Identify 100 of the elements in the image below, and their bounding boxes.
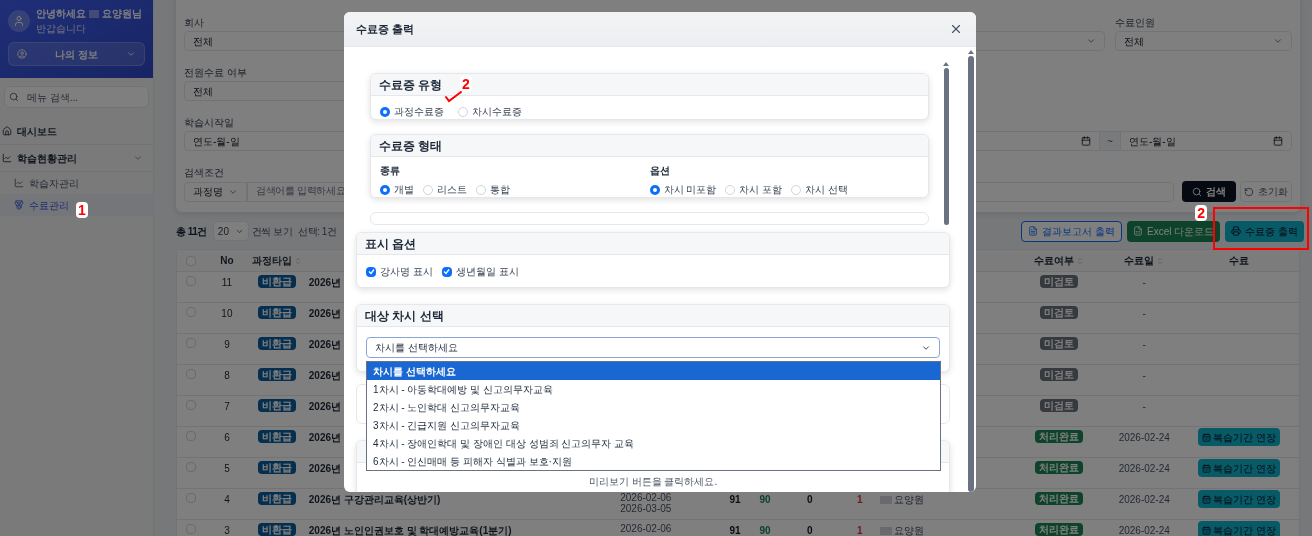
radio-option[interactable]: 차시수료증 [458,104,522,119]
radio-option[interactable]: 개별 [380,182,414,197]
date-field[interactable]: 연도-월-일 [1120,131,1292,151]
course-name: 2026년 [308,339,341,350]
radio-option[interactable]: 과정수료증 [380,104,444,119]
user-name: 요양원님 [102,7,142,21]
column-header[interactable]: 수료일 [1124,253,1155,268]
greeting-text: 안녕하세요 [36,7,86,21]
checkbox-option[interactable]: 생년월일 표시 [441,264,519,279]
dropdown-option[interactable]: 2차시 - 노인학대 신고의무자교육 [367,398,940,416]
course-type-badge: 비환급 [257,337,296,350]
checkbox-option[interactable]: 강사명 표시 [366,264,433,279]
calendar-icon [1273,136,1283,146]
radio-option[interactable]: 차시 포함 [725,182,783,197]
preview-hint: 미리보기 버튼을 클릭하세요. [588,476,718,487]
row-number: 8 [224,370,230,381]
dropdown-option[interactable]: 차시를 선택하세요 [367,362,940,380]
completion-date: - [1142,277,1146,288]
extend-review-button[interactable]: 복습기간 연장 [1198,428,1280,446]
status-badge: 미검토 [1040,306,1079,319]
menu-item[interactable]: 대시보드 [0,118,153,145]
spreadsheet-icon [1133,226,1143,236]
dropdown-option[interactable]: 6차시 - 인신매매 등 피해자 식별과 보호·지원 [367,452,940,470]
course-type-badge: 비환급 [257,275,296,288]
group-label: 옵션 [649,164,671,178]
reset-button[interactable]: 초기화 [1240,181,1292,202]
status-badge: 처리완료 [1035,461,1084,474]
completion-date: - [1142,370,1146,381]
row-number: 6 [224,432,230,443]
card-title: 수료증 유형 [379,76,443,94]
course-type-badge: 비환급 [257,461,296,474]
submenu-item[interactable]: 학습자관리 [0,172,153,194]
column-header[interactable]: 과정타입 [251,253,292,268]
dropdown-option[interactable]: 3차시 - 긴급지원 신고의무자교육 [367,416,940,434]
calendar-icon [1202,525,1212,535]
completion-date: - [1142,339,1146,350]
chevron-down-icon [1086,36,1096,46]
count-value: 91 [729,494,741,505]
status-badge: 미검토 [1040,337,1079,350]
checkmark-icon [443,268,451,275]
extend-review-button[interactable]: 복습기간 연장 [1198,459,1280,477]
radio-option[interactable]: 통합 [476,182,510,197]
period-date: 2026-02-06 [620,492,673,503]
dropdown-option[interactable]: 4차시 - 장애인학대 및 장애인 대상 성범죄 신고의무자 교육 [367,434,940,452]
select-field[interactable]: 전체 [1115,31,1292,51]
count-value: 0 [807,494,813,505]
radio-option[interactable]: 차시 선택 [791,182,848,197]
search-button[interactable]: 검색 [1182,181,1237,202]
reset-icon [1244,186,1254,197]
dropdown-option[interactable]: 1차시 - 아동학대예방 및 신고의무자교육 [367,380,940,398]
status-badge: 미검토 [1040,368,1079,381]
completion-date: 2026-02-24 [1118,494,1170,505]
course-name: 2026년 [308,308,341,319]
card-title: 표시 옵션 [365,235,417,253]
completion-date: 2026-02-24 [1118,463,1170,474]
course-name: 2026년 [308,432,341,443]
extend-review-button[interactable]: 복습기간 연장 [1198,521,1280,536]
page-size-select[interactable]: 20 [212,221,249,241]
menu-item[interactable]: 학습현황관리 [0,145,153,172]
field-label: 학습시작일 [184,116,234,129]
session-select[interactable]: 차시를 선택하세요 [366,337,940,358]
line-chart-icon [14,178,24,188]
welcome-text: 반갑습니다 [36,22,87,36]
menu-search-field[interactable]: 메뉴 검색... [4,86,149,108]
card-title: 대상 차시 선택 [365,307,444,325]
medal-icon [14,200,24,210]
calendar-icon [1202,494,1212,504]
count-value: 90 [759,525,771,536]
row-number: 4 [224,494,230,505]
field-label: 검색조건 [184,166,224,179]
toolbar-button[interactable]: Excel 다운로드 [1127,220,1221,242]
checkmark-icon [367,268,375,275]
calendar-icon [1081,136,1091,146]
completion-date: - [1142,308,1146,319]
status-badge: 처리완료 [1035,492,1084,505]
status-badge: 처리완료 [1035,523,1084,536]
column-header[interactable]: 수료여부 [1034,253,1075,268]
radio-option[interactable]: 차시 미포함 [649,182,717,197]
search-icon [1192,186,1203,197]
period-date: 2026-02-06 [620,523,673,534]
learner-name: 요양원 [893,524,924,536]
column-header: No [220,255,234,266]
row-number: 7 [224,401,230,412]
search-type-select[interactable]: 과정명 [184,181,247,202]
count-value: 91 [729,525,741,536]
course-type-badge: 비환급 [257,492,296,505]
completion-date: - [1142,401,1146,412]
field-label: 전원수료 여부 [184,66,247,79]
toolbar-button[interactable]: 수료증 출력 [1225,220,1304,242]
close-icon [949,22,963,36]
row-number: 9 [224,339,230,350]
toolbar-button[interactable]: 결과보고서 출력 [1021,220,1122,242]
printer-icon [1231,226,1242,236]
total-count: 총 11건 [176,224,207,239]
field-label: 수료인원 [1115,16,1155,29]
count-value: 1 [857,494,863,505]
status-badge: 미검토 [1040,275,1079,288]
course-name: 2026년 [308,370,341,381]
extend-review-button[interactable]: 복습기간 연장 [1198,490,1280,508]
radio-option[interactable]: 리스트 [423,182,467,197]
